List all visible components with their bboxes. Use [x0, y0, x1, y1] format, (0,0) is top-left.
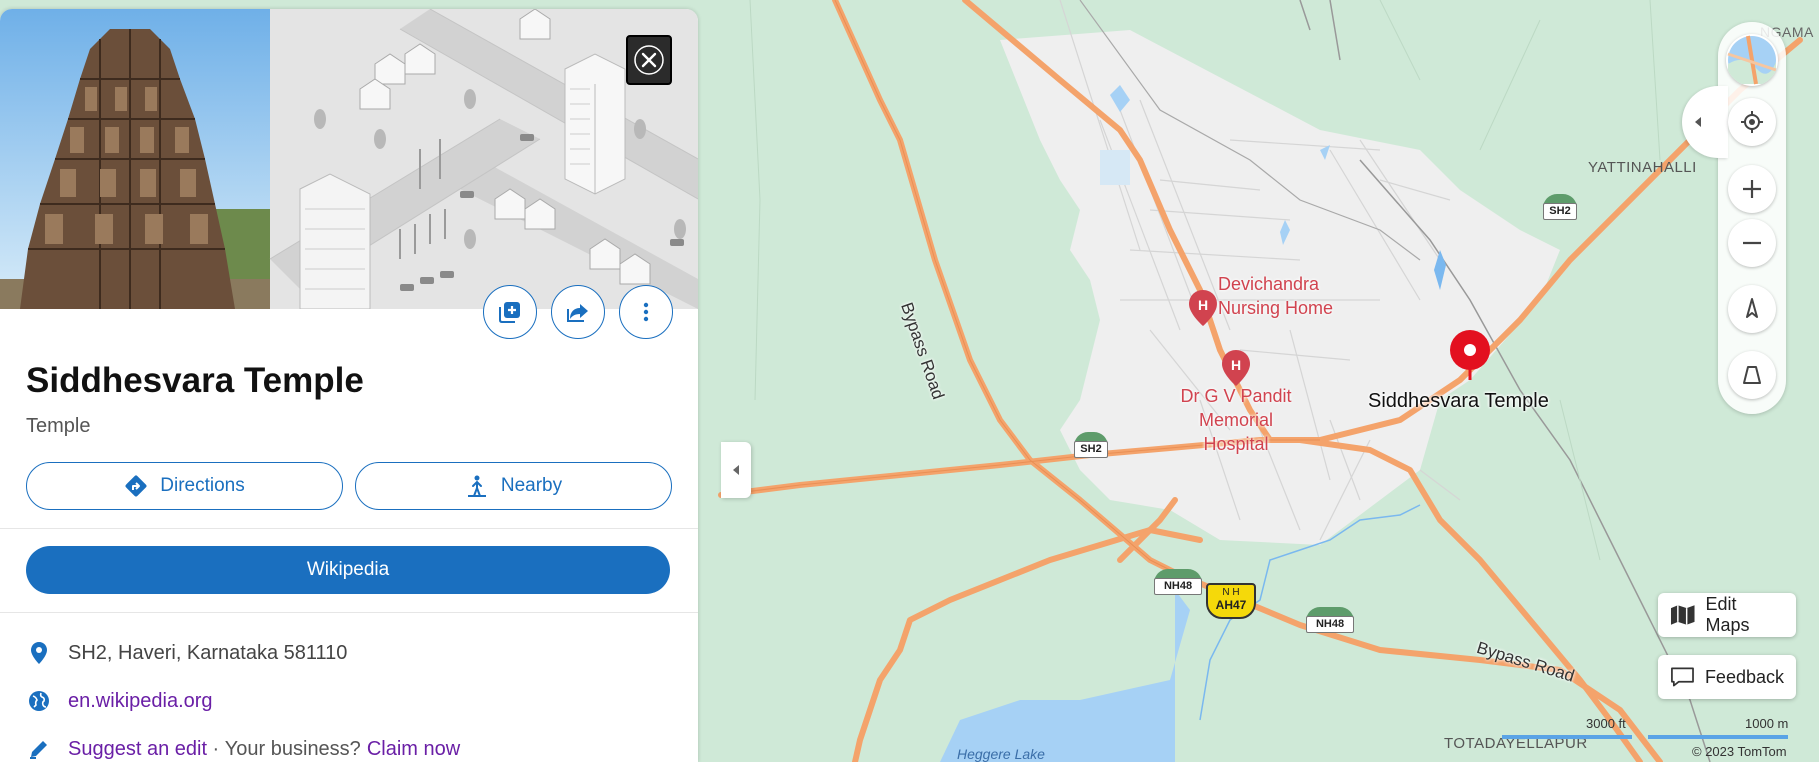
temple-photo — [0, 9, 270, 309]
map-copyright: © 2023 TomTom — [1692, 744, 1787, 759]
scale-m-bar — [1648, 735, 1788, 739]
compass-button[interactable] — [1728, 285, 1776, 333]
place-category: Temple — [26, 415, 91, 437]
pencil-icon — [26, 738, 52, 760]
more-options-button[interactable] — [619, 285, 673, 339]
address-row: SH2, Haveri, Karnataka 581110 — [26, 638, 347, 668]
place-title: Siddhesvara Temple — [26, 361, 364, 400]
app-root: H H Bypass Road Bypass Road Devichandra … — [0, 0, 1819, 762]
svg-text:H: H — [1231, 357, 1241, 373]
shield-nh-ah47: N H AH47 — [1206, 583, 1256, 619]
nearby-icon — [467, 475, 486, 497]
add-to-collection-icon — [499, 302, 520, 323]
place-hero — [0, 9, 698, 310]
more-icon — [643, 302, 649, 322]
locate-me-button[interactable] — [1728, 98, 1776, 146]
scale-m-label: 1000 m — [1745, 716, 1789, 731]
place-details-panel: Siddhesvara Temple Temple Directions Nea… — [0, 9, 698, 762]
location-pin-icon — [26, 641, 52, 665]
close-panel-button[interactable] — [626, 35, 672, 85]
heggere-lake — [940, 590, 1190, 762]
poi-label-line: Hospital — [1203, 434, 1269, 454]
close-icon — [634, 45, 664, 75]
area-label-yattinahalli: YATTINAHALLI — [1588, 159, 1697, 176]
shield-sh2-east: SH2 — [1543, 194, 1577, 220]
zoom-out-icon — [1743, 241, 1761, 245]
directions-button[interactable]: Directions — [26, 462, 343, 510]
feedback-button[interactable]: Feedback — [1658, 655, 1796, 699]
shield-sh2-west: SH2 — [1074, 432, 1108, 458]
shield-nh48-east: NH48 — [1306, 607, 1354, 633]
separator-dot: · — [207, 737, 225, 760]
shield-line: N H — [1222, 587, 1240, 598]
map-icon — [1670, 605, 1695, 625]
poi-label-devichandra[interactable]: Devichandra Nursing Home — [1218, 272, 1333, 320]
edit-maps-label: Edit Maps — [1705, 594, 1750, 635]
road-south-link — [1117, 497, 1178, 563]
shield-nh48-west: NH48 — [1154, 569, 1202, 595]
chevron-left-icon — [733, 465, 739, 475]
suggest-edit-link[interactable]: Suggest an edit — [68, 738, 207, 761]
scale-ft-label: 3000 ft — [1586, 716, 1626, 731]
divider — [0, 612, 698, 613]
divider — [0, 528, 698, 529]
area-label-heggere-lake: Heggere Lake — [957, 746, 1045, 762]
edit-maps-button[interactable]: Edit Maps — [1658, 593, 1796, 637]
feedback-icon — [1671, 667, 1694, 687]
zoom-out-button[interactable] — [1728, 219, 1776, 267]
directions-label: Directions — [160, 475, 245, 496]
svg-text:H: H — [1198, 297, 1208, 313]
nearby-button[interactable]: Nearby — [355, 462, 672, 510]
hero-images[interactable] — [0, 9, 698, 310]
zoom-in-button[interactable] — [1728, 165, 1776, 213]
scale-ft-bar — [1502, 735, 1632, 739]
map-style-button[interactable] — [1726, 34, 1778, 86]
poi-label-pandit-hospital[interactable]: Dr G V Pandit Memorial Hospital — [1172, 384, 1300, 456]
selected-pin-label[interactable]: Siddhesvara Temple — [1368, 390, 1549, 413]
share-button[interactable] — [551, 285, 605, 339]
shield-line: AH47 — [1215, 598, 1247, 612]
place-address: SH2, Haveri, Karnataka 581110 — [68, 641, 348, 664]
claim-now-link[interactable]: Claim now — [367, 738, 460, 761]
wikipedia-button[interactable]: Wikipedia — [26, 546, 670, 594]
locate-icon — [1741, 111, 1763, 133]
suggest-edit-row: Suggest an edit · Your business? Claim n… — [26, 734, 460, 762]
website-link[interactable]: en.wikipedia.org — [68, 690, 213, 713]
tilt-button[interactable] — [1728, 351, 1776, 399]
poi-label-line: Memorial — [1198, 410, 1273, 430]
poi-label-line: Nursing Home — [1218, 298, 1334, 318]
website-row: en.wikipedia.org — [26, 686, 213, 716]
compass-icon — [1746, 298, 1758, 318]
tilt-icon — [1743, 366, 1761, 384]
add-to-collection-button[interactable] — [483, 285, 537, 339]
globe-icon — [26, 689, 52, 713]
feedback-label: Feedback — [1704, 666, 1784, 687]
collapse-panel-button[interactable] — [721, 442, 751, 498]
share-icon — [567, 304, 588, 322]
your-business-text: Your business? — [224, 737, 361, 760]
poi-label-line: Devichandra — [1218, 274, 1320, 294]
map-style-icon — [1727, 35, 1777, 85]
directions-icon — [125, 475, 147, 497]
poi-label-line: Dr G V Pandit — [1180, 386, 1292, 406]
chevron-left-icon — [1695, 117, 1701, 127]
zoom-in-icon — [1743, 180, 1761, 198]
pond-2 — [1100, 150, 1130, 185]
nearby-label: Nearby — [500, 475, 563, 496]
